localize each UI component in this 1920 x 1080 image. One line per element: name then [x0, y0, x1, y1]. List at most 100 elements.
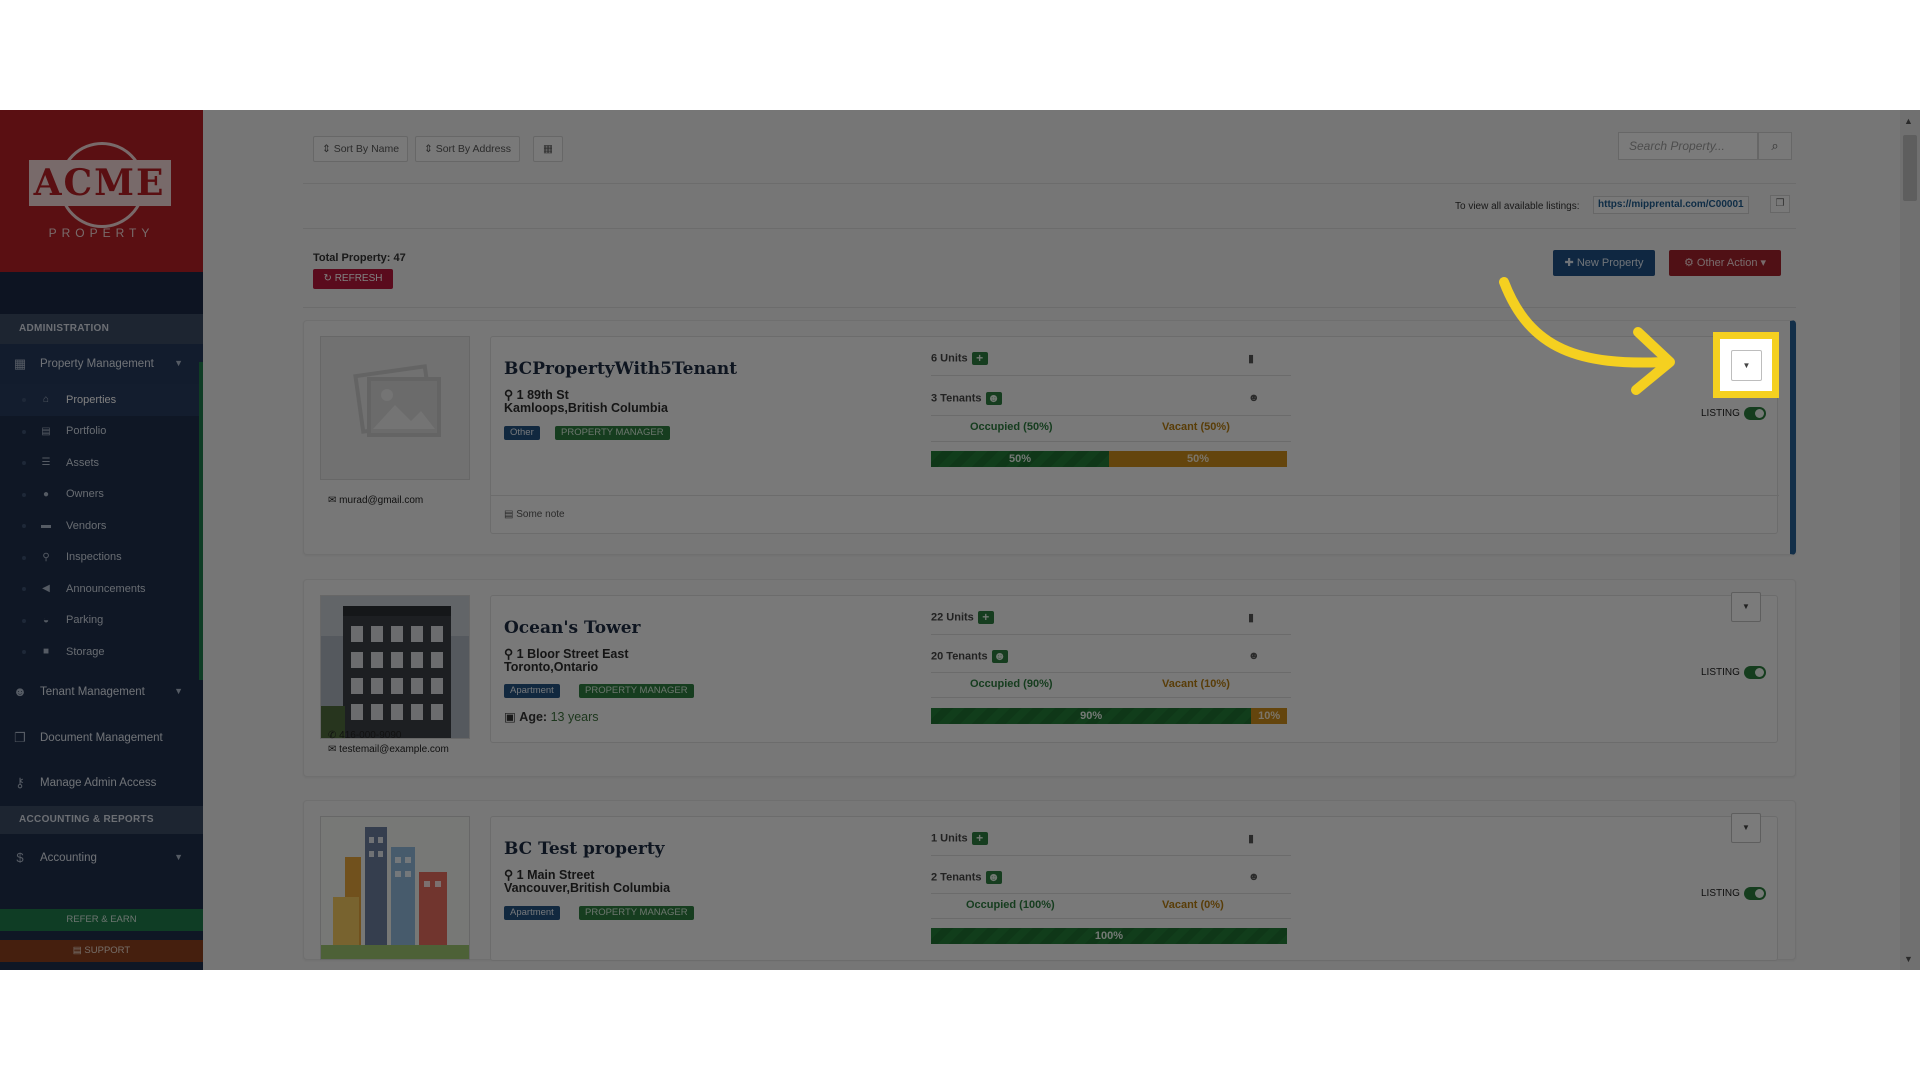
property-city: Vancouver,British Columbia	[504, 881, 671, 895]
tenants-count: 3 Tenants ☻	[931, 392, 1002, 405]
property-actions-dropdown[interactable]: ▼	[1731, 592, 1761, 622]
sidebar-item-assets[interactable]: ☰ Assets	[0, 447, 203, 479]
refresh-icon: ↻	[323, 273, 332, 284]
sidebar-item-tenant-management[interactable]: ☻ Tenant Management ▼	[0, 668, 203, 716]
chevron-down-icon: ▼	[174, 358, 183, 368]
add-unit-button[interactable]: +	[971, 352, 988, 365]
add-unit-button[interactable]: +	[971, 832, 988, 845]
list-icon: ☰	[41, 457, 51, 469]
toggle-switch[interactable]	[1743, 887, 1766, 900]
envelope-icon: ✉	[328, 744, 337, 755]
sidebar-item-manage-admin[interactable]: ⚷ Manage Admin Access	[0, 761, 203, 806]
grid-view-button[interactable]: ▦	[533, 136, 563, 162]
property-info-panel: Ocean's Tower ⚲ 1 Bloor Street East Toro…	[490, 595, 1778, 743]
magnifier-icon: ⚲	[42, 551, 50, 563]
logo[interactable]: ACME PROPERTY	[0, 110, 203, 272]
building-icon: ▮	[1248, 833, 1255, 845]
property-actions-dropdown[interactable]: ▼	[1731, 350, 1762, 381]
sidebar-item-accounting[interactable]: $ Accounting ▼	[0, 834, 203, 882]
sidebar-item-portfolio[interactable]: ▤ Portfolio	[0, 416, 203, 448]
property-email[interactable]: ✉ murad@gmail.com	[328, 495, 423, 506]
map-pin-icon: ⚲	[504, 388, 514, 402]
sidebar-item-properties[interactable]: ⌂ Properties	[0, 384, 203, 416]
new-property-label: New Property	[1576, 257, 1644, 269]
portfolio-icon: ▤	[41, 425, 51, 437]
sort-by-name-button[interactable]: ⇕ Sort By Name	[313, 136, 409, 162]
sidebar-item-parking[interactable]: ◒ Parking	[0, 605, 203, 637]
scroll-down-arrow-icon[interactable]: ▼	[1904, 954, 1913, 964]
occupied-bar: 90%	[931, 708, 1252, 724]
property-city: Toronto,Ontario	[504, 660, 599, 674]
add-tenant-button[interactable]: ☻	[985, 392, 1002, 405]
property-type-badge: Other	[504, 426, 540, 440]
search-input[interactable]: Search Property...	[1618, 132, 1758, 160]
logo-subtitle: PROPERTY	[48, 226, 155, 240]
search-button[interactable]: ⌕	[1758, 132, 1792, 160]
support-button[interactable]: ▤ SUPPORT	[0, 940, 203, 962]
chevron-down-icon: ▼	[174, 685, 183, 696]
sidebar-item-label: Properties	[66, 393, 117, 406]
listing-toggle[interactable]: LISTING	[1701, 407, 1766, 420]
car-icon: ◒	[42, 614, 50, 626]
briefcase-icon: ▬	[41, 520, 51, 532]
sidebar-item-vendors[interactable]: ▬ Vendors	[0, 510, 203, 542]
tenants-text: 3 Tenants	[931, 392, 982, 405]
main-content: ⇕ Sort By Name ⇕ Sort By Address ▦ Searc…	[203, 110, 1920, 970]
role-badge: PROPERTY MANAGER	[579, 906, 694, 920]
pointer-arrow-icon	[1499, 277, 1675, 395]
sort-by-address-button[interactable]: ⇕ Sort By Address	[415, 136, 521, 162]
sort-address-label: Sort By Address	[435, 143, 512, 155]
sidebar-item-label: Storage	[66, 645, 105, 658]
scroll-up-arrow-icon[interactable]: ▲	[1904, 116, 1913, 126]
role-badge: PROPERTY MANAGER	[579, 684, 694, 698]
listing-toggle[interactable]: LISTING	[1701, 887, 1766, 900]
occupied-bar: 100%	[931, 928, 1287, 944]
sidebar-item-announcements[interactable]: ◀ Announcements	[0, 573, 203, 605]
property-image-placeholder	[320, 336, 470, 480]
property-name[interactable]: BC Test property	[504, 839, 665, 859]
sidebar-item-label: Manage Admin Access	[40, 777, 157, 789]
sidebar-item-label: Tenant Management	[40, 685, 145, 698]
property-phone[interactable]: ✆ 416-000-9090	[328, 730, 401, 741]
search-placeholder: Search Property...	[1629, 139, 1725, 153]
refresh-button[interactable]: ↻ REFRESH	[313, 269, 393, 289]
users-icon: ☻	[1248, 871, 1260, 883]
add-tenant-button[interactable]: ☻	[985, 871, 1002, 884]
toggle-switch[interactable]	[1743, 407, 1766, 420]
property-actions-dropdown[interactable]: ▼	[1731, 813, 1761, 843]
property-name[interactable]: BCPropertyWith5Tenant	[504, 359, 737, 379]
sort-name-label: Sort By Name	[333, 143, 400, 155]
listing-label: To view all available listings:	[1455, 201, 1580, 212]
scrollbar[interactable]	[1900, 110, 1920, 970]
building-icon: ▮	[1248, 353, 1255, 365]
property-street: ⚲ 1 Bloor Street East	[504, 646, 628, 661]
occupancy-bar: 90% 10%	[931, 708, 1287, 724]
admin-header: ADMINISTRATION	[0, 314, 203, 344]
property-card: BC Test property ⚲ 1 Main Street Vancouv…	[303, 800, 1796, 961]
sidebar-item-storage[interactable]: ■ Storage	[0, 636, 203, 668]
property-name[interactable]: Ocean's Tower	[504, 618, 641, 638]
email-text: testemail@example.com	[339, 744, 449, 755]
toggle-switch[interactable]	[1743, 666, 1766, 679]
occupied-label: Occupied (90%)	[970, 678, 1053, 690]
sidebar-item-property-management[interactable]: ▦ Property Management ▼	[0, 344, 203, 384]
sidebar-item-owners[interactable]: ● Owners	[0, 479, 203, 511]
email-text: murad@gmail.com	[339, 495, 424, 506]
scrollbar-thumb[interactable]	[1903, 135, 1917, 201]
sidebar-item-inspections[interactable]: ⚲ Inspections	[0, 542, 203, 574]
sidebar-item-document-management[interactable]: ❐ Document Management	[0, 716, 203, 761]
listing-toggle[interactable]: LISTING	[1701, 666, 1766, 679]
map-pin-icon: ⚲	[504, 868, 514, 882]
property-age: ▣ Age: 13 years	[504, 709, 599, 724]
accounting-header: ACCOUNTING & REPORTS	[0, 805, 203, 834]
app-frame: ACME PROPERTY ADMINISTRATION ▦ Property …	[0, 110, 1920, 970]
refer-earn-button[interactable]: REFER & EARN	[0, 909, 203, 931]
add-tenant-button[interactable]: ☻	[991, 650, 1008, 663]
units-count: 22 Units +	[931, 611, 994, 624]
add-unit-button[interactable]: +	[977, 611, 994, 624]
copy-url-button[interactable]: ❐	[1770, 195, 1790, 213]
property-email[interactable]: ✉ testemail@example.com	[328, 744, 449, 755]
sidebar-item-label: Assets	[66, 456, 100, 469]
listing-url-link[interactable]: https://mipprental.com/C00001	[1593, 196, 1749, 214]
property-info-panel: BC Test property ⚲ 1 Main Street Vancouv…	[490, 816, 1778, 961]
